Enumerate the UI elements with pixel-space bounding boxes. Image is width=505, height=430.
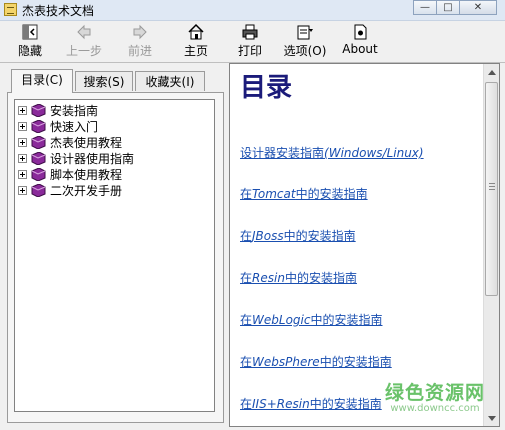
about-label: About [342,42,378,56]
tree-item-label: 快速入门 [50,119,99,134]
book-icon [31,119,46,133]
forward-button[interactable]: 前进 [122,23,158,59]
hide-pane-icon [22,24,38,40]
close-button[interactable]: ✕ [459,0,497,15]
content-area: 目录 设计器安装指南(Windows/Linux) 在Tomcat中的安装指南 … [230,64,483,426]
toc-link[interactable]: 在Resin中的安装指南 [240,269,357,286]
print-button[interactable]: 打印 [232,23,268,59]
home-icon [188,23,204,40]
home-button[interactable]: 主页 [178,23,214,59]
toc-link[interactable]: 设计器安装指南(Windows/Linux) [240,144,424,161]
app-icon [4,3,17,16]
book-icon [31,103,46,117]
tab-contents[interactable]: 目录(C) [11,69,73,93]
toc-link[interactable]: 在JBoss中的安装指南 [240,227,356,244]
scroll-up-arrow-icon[interactable] [484,64,499,80]
toc-link[interactable]: 在WebsPhere中的安装指南 [240,353,392,370]
tree-item[interactable]: 安装指南 [18,102,98,118]
expand-icon[interactable] [18,153,27,163]
tree-item-label: 安装指南 [50,103,99,118]
hide-button[interactable]: 隐藏 [12,23,48,59]
tree-item-label: 二次开发手册 [50,183,123,198]
minimize-button[interactable]: — [413,0,437,15]
scroll-thumb[interactable] [485,82,498,296]
expand-icon[interactable] [18,185,27,195]
print-label: 打印 [237,44,262,58]
about-button[interactable]: About [342,23,378,59]
window-controls: — □ ✕ [413,0,497,16]
back-arrow-icon [77,24,91,40]
book-icon [31,135,46,149]
content-pane: 目录 设计器安装指南(Windows/Linux) 在Tomcat中的安装指南 … [229,63,500,427]
printer-icon [242,24,258,40]
forward-label: 前进 [127,44,152,58]
tree-item[interactable]: 快速入门 [18,118,98,134]
tree-item[interactable]: 设计器使用指南 [18,150,134,166]
home-label: 主页 [183,44,208,58]
back-button[interactable]: 上一步 [62,23,106,59]
toc-link[interactable]: 在IIS+Resin中的安装指南 [240,395,382,412]
about-doc-icon [354,24,367,40]
navigation-pane: 目录(C) 搜索(S) 收藏夹(I) 安装指南 快速入门 杰表使用教程 设计器使… [3,63,227,427]
tree-item-label: 杰表使用教程 [50,135,123,150]
book-icon [31,151,46,165]
expand-icon[interactable] [18,137,27,147]
vertical-scrollbar[interactable] [483,64,499,426]
page-title: 目录 [240,73,293,103]
maximize-button[interactable]: □ [436,0,460,15]
tree-item-label: 设计器使用指南 [50,151,135,166]
book-icon [31,183,46,197]
contents-panel: 安装指南 快速入门 杰表使用教程 设计器使用指南 脚本使用教程 二次开发手册 [7,92,224,423]
toolbar: 隐藏 上一步 前进 主页 打印 选项(O) About [0,21,505,63]
back-label: 上一步 [65,44,102,58]
options-icon [297,25,313,40]
tree-item[interactable]: 二次开发手册 [18,182,122,198]
expand-icon[interactable] [18,105,27,115]
watermark: 绿色资源网 www.downcc.com [370,378,500,414]
tree-item[interactable]: 杰表使用教程 [18,134,122,150]
tree-item-label: 脚本使用教程 [50,167,123,182]
tree-item[interactable]: 脚本使用教程 [18,166,122,182]
options-button[interactable]: 选项(O) [282,23,328,59]
toc-link[interactable]: 在Tomcat中的安装指南 [240,185,368,202]
expand-icon[interactable] [18,169,27,179]
watermark-text: 绿色资源网 [384,382,485,404]
options-label: 选项(O) [283,44,327,58]
title-bar: 杰表技术文档 — □ ✕ [0,0,505,21]
expand-icon[interactable] [18,121,27,131]
tab-favorites[interactable]: 收藏夹(I) [135,71,205,91]
forward-arrow-icon [133,24,147,40]
contents-tree[interactable]: 安装指南 快速入门 杰表使用教程 设计器使用指南 脚本使用教程 二次开发手册 [14,99,215,412]
book-icon [31,167,46,181]
tab-search[interactable]: 搜索(S) [75,71,133,91]
hide-label: 隐藏 [17,44,42,58]
toc-link[interactable]: 在WebLogic中的安装指南 [240,311,382,328]
window-title: 杰表技术文档 [22,4,95,18]
